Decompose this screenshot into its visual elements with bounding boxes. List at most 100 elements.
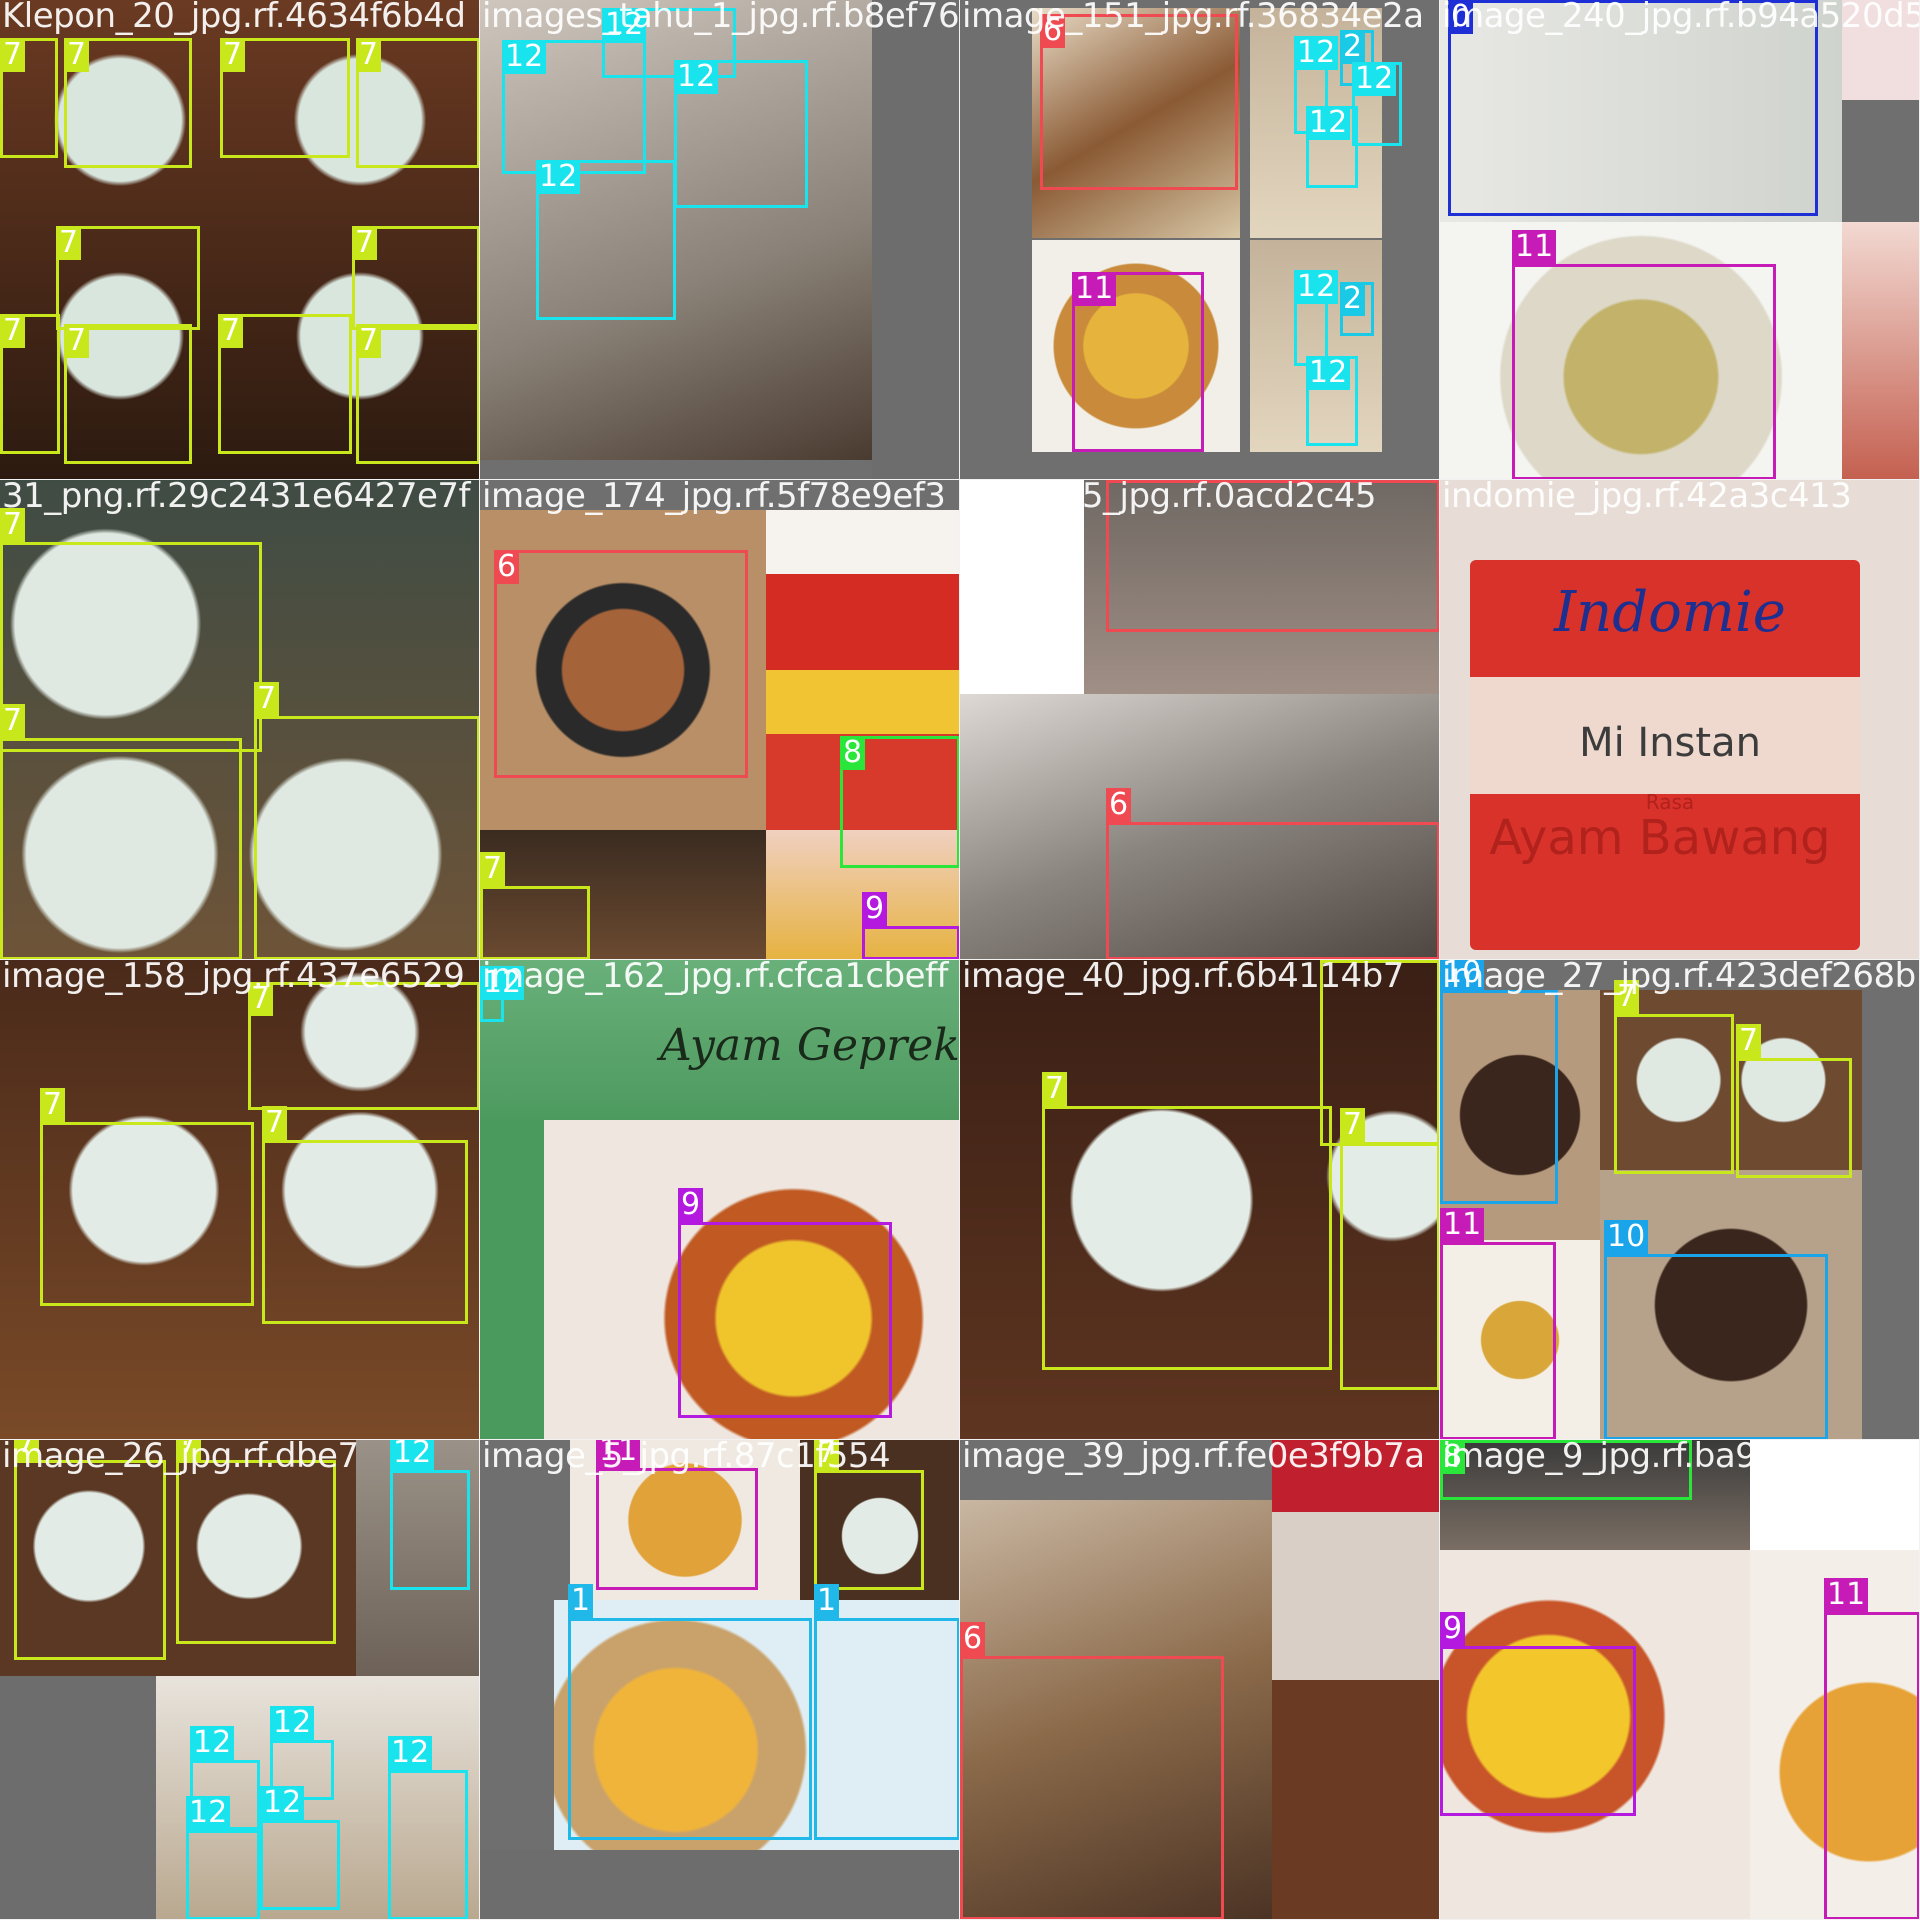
detection-box-class-6: 6 [960, 1622, 1224, 1919]
detection-box-class-1: 1 [568, 1584, 812, 1840]
tile-9: image_158_jpg.rf.437e6529 7 7 7 [0, 960, 480, 1440]
class-label: 12 [536, 160, 581, 194]
class-label: 7 [480, 852, 506, 886]
detection-box-class-7: 7 [218, 314, 352, 454]
class-label: 6 [494, 550, 520, 584]
tile-filename: 31_png.rf.29c2431e6427e7f [2, 480, 471, 516]
class-label: 7 [1042, 1072, 1068, 1106]
detection-box-class-7: 7 [356, 324, 479, 464]
detection-box-class-7: 7 [262, 1106, 468, 1324]
class-label: 7 [0, 704, 26, 738]
detection-box-class-7: 7 [14, 1440, 166, 1660]
tile-filename: images_tahu_1_jpg.rf.b8ef76a5b6d3e [482, 0, 960, 36]
class-label: 7 [56, 226, 82, 260]
tile-filename: image_151_jpg.rf.36834e2a [962, 0, 1424, 36]
class-label: 7 [1736, 1024, 1762, 1058]
class-label: 11 [1440, 1208, 1485, 1242]
mi-instan-text: Mi Instan [1579, 720, 1761, 766]
detection-box-class-7: 7 [356, 38, 479, 168]
detection-box-class-2: 2 [1340, 282, 1374, 336]
detection-box-class-7: 7 [480, 852, 590, 959]
detection-box-class-7: 7 [40, 1088, 254, 1306]
tile-8: Indomie Mi Instan Rasa Ayam Bawang indom… [1440, 480, 1920, 960]
detection-box-class-12: 12 [536, 160, 676, 320]
class-label: 12 [1306, 356, 1351, 390]
tile-filename: image_174_jpg.rf.5f78e9ef3 [482, 480, 946, 516]
tile-filename: Klepon_20_jpg.rf.4634f6b4d [2, 0, 466, 36]
class-label: 7 [352, 226, 378, 260]
class-label: 11 [1072, 272, 1117, 306]
class-label: 2 [1340, 282, 1366, 316]
tile-filename: image_26_jpg.rf.dbe7 [2, 1440, 359, 1476]
detection-box-class-7: 7 [64, 38, 192, 168]
tile-filename: image_162_jpg.rf.cfca1cbeff [482, 960, 948, 996]
detection-box-class-7: 7 [1340, 1108, 1439, 1390]
class-label: 12 [1306, 106, 1351, 140]
detection-box-class-12: 12 [186, 1796, 260, 1919]
detection-box-class-7: 7 [248, 982, 479, 1110]
tile-filename: image_40_jpg.rf.6b4114b7 [962, 960, 1404, 996]
detection-box-class-11: 11 [1824, 1578, 1919, 1919]
detection-box-class-7: 7 [254, 682, 479, 959]
detection-box-class-8: 8 [840, 736, 959, 868]
detection-box-class-11: 11 [596, 1440, 758, 1590]
class-label: 7 [218, 314, 244, 348]
class-label: 1 [568, 1584, 594, 1618]
detection-box-class-9: 9 [678, 1188, 892, 1418]
class-label: 12 [270, 1706, 315, 1740]
class-label: 7 [262, 1106, 288, 1140]
class-label: 12 [260, 1786, 305, 1820]
detection-box-class-6: 6 [494, 550, 748, 778]
tile-14: image_5_jpg.rf.87c1f554 11 7 1 1 [480, 1440, 960, 1920]
tile-3: image_151_jpg.rf.36834e2a 6 12 2 12 12 1… [960, 0, 1440, 480]
class-label: 11 [1512, 230, 1557, 264]
class-label: 6 [960, 1622, 986, 1656]
class-label: 12 [1294, 36, 1339, 70]
detection-box-class-12: 12 [390, 1440, 470, 1590]
detection-box-class-7: 7 [1042, 1072, 1332, 1370]
class-label: 7 [356, 324, 382, 358]
detection-mosaic: Klepon_20_jpg.rf.4634f6b4d 7 7 7 7 7 7 7… [0, 0, 1920, 1920]
detection-box-class-12: 12 [1352, 62, 1402, 146]
class-label: 12 [1352, 62, 1397, 96]
tile-filename: image_5_jpg.rf.0acd2c45 [962, 480, 1377, 516]
class-label: 9 [678, 1188, 704, 1222]
indomie-logo: Indomie [1554, 580, 1786, 645]
tile-filename: image_39_jpg.rf.fe0e3f9b7a [962, 1440, 1425, 1476]
detection-box-class-12: 12 [388, 1736, 468, 1919]
detection-box-class-12: 12 [1294, 270, 1339, 366]
detection-box-class-7: 7 [64, 324, 192, 464]
detection-box-class-7: 7 [1614, 980, 1734, 1174]
tile-15: image_39_jpg.rf.fe0e3f9b7a 6 [960, 1440, 1440, 1920]
tile-16: image_9_jpg.rf.ba9f8 8 9 11 [1440, 1440, 1920, 1920]
tile-filename: image_5_jpg.rf.87c1f554 [482, 1440, 891, 1476]
class-label: 12 [1294, 270, 1339, 304]
class-label: 7 [0, 314, 26, 348]
detection-box-class-11: 11 [1440, 1208, 1556, 1439]
tile-filename: indomie_jpg.rf.42a3c413 [1442, 480, 1852, 516]
class-label: 7 [0, 38, 26, 72]
detection-box-class-6: 6 [1106, 788, 1439, 959]
class-label: 8 [840, 736, 866, 770]
detection-box-class-7: 7 [0, 704, 242, 959]
tile-1: Klepon_20_jpg.rf.4634f6b4d 7 7 7 7 7 7 7… [0, 0, 480, 480]
tile-4: image_240_jpg.rf.b94a520d5f3 0 11 [1440, 0, 1920, 480]
tile-5: 31_png.rf.29c2431e6427e7f 7 7 7 [0, 480, 480, 960]
tile-filename: image_158_jpg.rf.437e6529 [2, 960, 465, 996]
detection-box-class-7: 7 [814, 1440, 924, 1590]
class-label: 1 [814, 1584, 840, 1618]
class-label: 7 [1340, 1108, 1366, 1142]
detection-box-class-7: 7 [0, 38, 58, 158]
detection-box-class-6: 6 [1040, 14, 1238, 190]
detection-box-class-11: 11 [1512, 230, 1776, 479]
detection-box-class-11: 11 [1072, 272, 1204, 452]
class-label: 9 [1440, 1612, 1466, 1646]
detection-box-class-7: 7 [56, 226, 200, 330]
tile-11: image_40_jpg.rf.6b4114b7 7 7 7 [960, 960, 1440, 1440]
ayam-bawang-text: Ayam Bawang [1489, 810, 1831, 866]
detection-box-class-12: 12 [1306, 106, 1358, 188]
tile-filename: image_9_jpg.rf.ba9f8 [1442, 1440, 1789, 1476]
detection-box-class-10: 10 [1440, 960, 1558, 1204]
class-label: 9 [862, 892, 888, 926]
class-label: 12 [674, 60, 719, 94]
